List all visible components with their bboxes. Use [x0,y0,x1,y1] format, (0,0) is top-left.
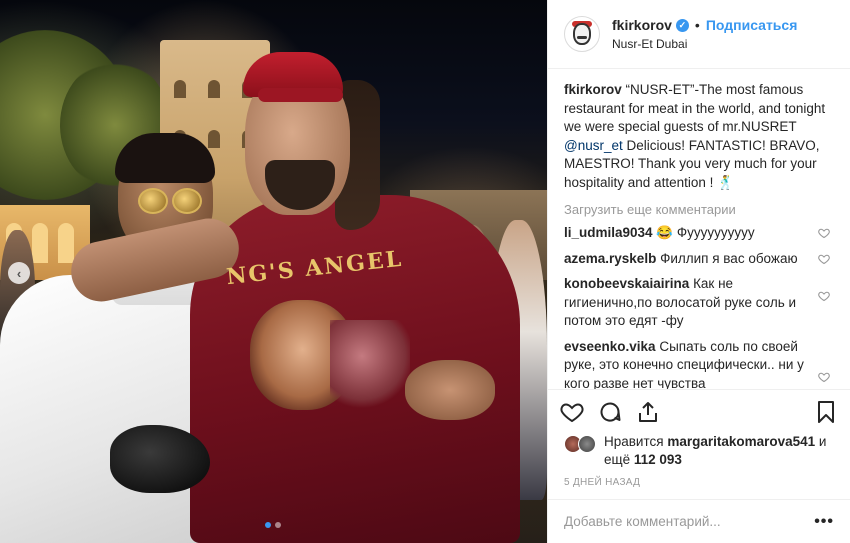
post-header: fkirkorov ✓ • Подписаться Nusr-Et Dubai [548,0,850,69]
comment-like-heart-icon[interactable] [818,289,830,302]
verified-badge-icon: ✓ [675,18,689,32]
post-photo[interactable]: NG'S ANGEL ‹ [0,0,547,543]
comment-input[interactable] [564,514,815,529]
comment-icon[interactable] [598,400,622,424]
heart-icon[interactable] [560,400,584,424]
liker-username[interactable]: margaritakomarova541 [667,434,815,449]
comment-like-heart-icon[interactable] [818,226,830,239]
comment-text: 😂 Фуууууууууу [652,225,755,240]
carousel-dots [265,522,281,528]
carousel-prev-button[interactable]: ‹ [8,262,30,284]
likes-count[interactable]: 112 093 [634,452,682,467]
post-timestamp[interactable]: 5 ДНЕЙ НАЗАД [548,469,850,499]
avatar[interactable] [578,435,596,453]
comment-like-heart-icon[interactable] [818,370,830,382]
header-separator: • [694,17,700,33]
comment-username[interactable]: evseenko.vika [564,339,656,354]
liker-avatars [564,435,596,453]
roses-print [330,320,410,410]
location-link[interactable]: Nusr-Et Dubai [612,37,797,51]
comment-like-heart-icon[interactable] [818,252,830,264]
avatar[interactable] [564,16,600,52]
post-actions-bar [548,389,850,433]
bookmark-icon[interactable] [814,400,838,424]
comment-username[interactable]: azema.ryskelb [564,251,656,266]
post-sidebar: fkirkorov ✓ • Подписаться Nusr-Et Dubai … [547,0,850,543]
follow-button[interactable]: Подписаться [706,17,798,33]
caption-username[interactable]: fkirkorov [564,82,622,97]
post-caption: fkirkorov “NUSR-ET”-The most famous rest… [564,81,834,192]
carousel-dot-1[interactable] [265,522,271,528]
instagram-post: NG'S ANGEL ‹ fkirkorov ✓ • Подписаться N… [0,0,850,543]
add-comment-bar: ••• [548,499,850,543]
likes-prefix: Нравится [604,434,668,449]
carousel-dot-2[interactable] [275,522,281,528]
comment: evseenko.vika Сыпать соль по своей руке,… [564,338,834,389]
author-username[interactable]: fkirkorov [612,17,672,33]
comment-text: Филлип я вас обожаю [656,250,798,266]
caption-mention[interactable]: @nusr_et [564,138,623,153]
comment: azema.ryskelb Филлип я вас обожаю [564,250,834,269]
comment: li_udmila9034 😂 Фуууууууууу [564,224,834,243]
comment: konobeevskaiairina Как не гигиенично,по … [564,275,834,331]
comments-list[interactable]: fkirkorov “NUSR-ET”-The most famous rest… [548,69,850,389]
share-icon[interactable] [636,400,660,424]
likes-summary: Нравится margaritakomarova541 и ещё 112 … [548,433,850,469]
comment-username[interactable]: li_udmila9034 [564,225,653,240]
sunglasses [138,188,168,214]
load-more-comments-button[interactable]: Загрузить еще комментарии [564,202,834,217]
more-options-icon[interactable]: ••• [814,513,834,531]
comment-username[interactable]: konobeevskaiairina [564,276,689,291]
